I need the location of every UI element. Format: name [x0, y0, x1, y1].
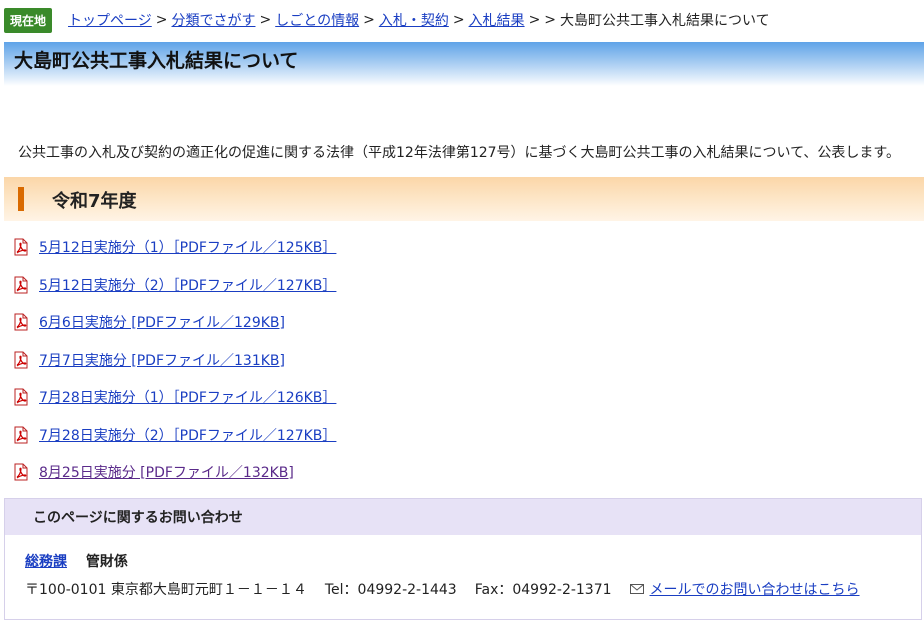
pdf-icon: [14, 313, 28, 331]
pdf-link-0707[interactable]: 7月7日実施分 [PDFファイル／131KB]: [39, 350, 285, 370]
breadcrumb-separator: >: [452, 12, 465, 28]
department-link[interactable]: 総務課: [25, 554, 67, 570]
contact-fax: Fax：04992-2-1371: [474, 582, 612, 598]
contact-box: このページに関するお問い合わせ 総務課 管財係 〒100-0101 東京都大島町…: [4, 498, 922, 620]
contact-header: このページに関するお問い合わせ: [5, 499, 921, 535]
pdf-link-0728-2[interactable]: 7月28日実施分（2）［PDFファイル／127KB］: [39, 425, 336, 445]
mail-icon: [629, 584, 644, 594]
breadcrumb-top-page[interactable]: トップページ: [68, 10, 152, 30]
breadcrumb-separator: >: [155, 12, 168, 28]
department-section: 管財係: [85, 554, 128, 570]
pdf-icon: [14, 276, 28, 293]
page: 現在地 トップページ > 分類でさがす > しごとの情報 > 入札・契約 > 入…: [0, 0, 924, 622]
list-item: 6月6日実施分 [PDFファイル／129KB]: [12, 311, 336, 333]
pdf-link-0825[interactable]: 8月25日実施分 [PDFファイル／132KB]: [39, 462, 294, 482]
pdf-link-0728-1[interactable]: 7月28日実施分（1）［PDFファイル／126KB］: [39, 387, 336, 407]
pdf-icon: [14, 388, 28, 406]
page-title-band: 大島町公共工事入札結果について: [4, 42, 924, 86]
contact-address: 〒100-0101 東京都大島町元町１－１－１４: [25, 582, 307, 598]
list-item: 8月25日実施分 [PDFファイル／132KB]: [12, 461, 336, 483]
breadcrumb-separator: >: [259, 12, 272, 28]
pdf-icon: [14, 463, 28, 481]
year-heading-band: 令和7年度: [4, 177, 924, 221]
breadcrumb-separator: >: [544, 12, 557, 28]
current-location-badge: 現在地: [4, 7, 53, 33]
list-item: 5月12日実施分（1）［PDFファイル／125KB］: [12, 236, 336, 258]
contact-mail-link[interactable]: メールでのお問い合わせはこちら: [650, 579, 860, 599]
breadcrumb-separator: >: [363, 12, 375, 28]
breadcrumb-current: 大島町公共工事入札結果について: [560, 13, 770, 29]
file-list: 5月12日実施分（1）［PDFファイル／125KB］ 5月12日実施分（2）［P…: [12, 236, 336, 499]
pdf-icon: [14, 238, 28, 256]
pdf-icon: [14, 351, 28, 368]
pdf-icon: [14, 426, 28, 443]
pdf-link-0512-1[interactable]: 5月12日実施分（1）［PDFファイル／125KB］: [39, 237, 336, 257]
breadcrumb-bid-contract[interactable]: 入札・契約: [379, 10, 449, 30]
list-item: 7月28日実施分（1）［PDFファイル／126KB］: [12, 386, 336, 408]
breadcrumb-business-info[interactable]: しごとの情報: [275, 10, 359, 30]
list-item: 5月12日実施分（2）［PDFファイル／127KB］: [12, 274, 336, 296]
contact-department: 総務課 管財係: [25, 551, 128, 571]
breadcrumb: 現在地 トップページ > 分類でさがす > しごとの情報 > 入札・契約 > 入…: [4, 7, 770, 33]
list-item: 7月7日実施分 [PDFファイル／131KB]: [12, 349, 336, 371]
breadcrumb-separator: >: [528, 12, 541, 28]
intro-text: 公共工事の入札及び契約の適正化の促進に関する法律（平成12年法律第127号）に基…: [18, 145, 901, 161]
pdf-link-0606[interactable]: 6月6日実施分 [PDFファイル／129KB]: [39, 312, 285, 332]
page-title: 大島町公共工事入札結果について: [14, 50, 299, 72]
pdf-link-0512-2[interactable]: 5月12日実施分（2）［PDFファイル／127KB］: [39, 275, 336, 295]
year-heading: 令和7年度: [52, 191, 137, 212]
contact-details: 〒100-0101 東京都大島町元町１－１－１４ Tel：04992-2-144…: [25, 579, 860, 599]
contact-tel: Tel：04992-2-1443: [324, 582, 457, 598]
breadcrumb-browse-category[interactable]: 分類でさがす: [171, 10, 255, 30]
contact-heading: このページに関するお問い合わせ: [33, 510, 243, 526]
breadcrumb-bid-results[interactable]: 入札結果: [469, 10, 525, 30]
list-item: 7月28日実施分（2）［PDFファイル／127KB］: [12, 424, 336, 446]
heading-accent-bar: [18, 187, 24, 211]
